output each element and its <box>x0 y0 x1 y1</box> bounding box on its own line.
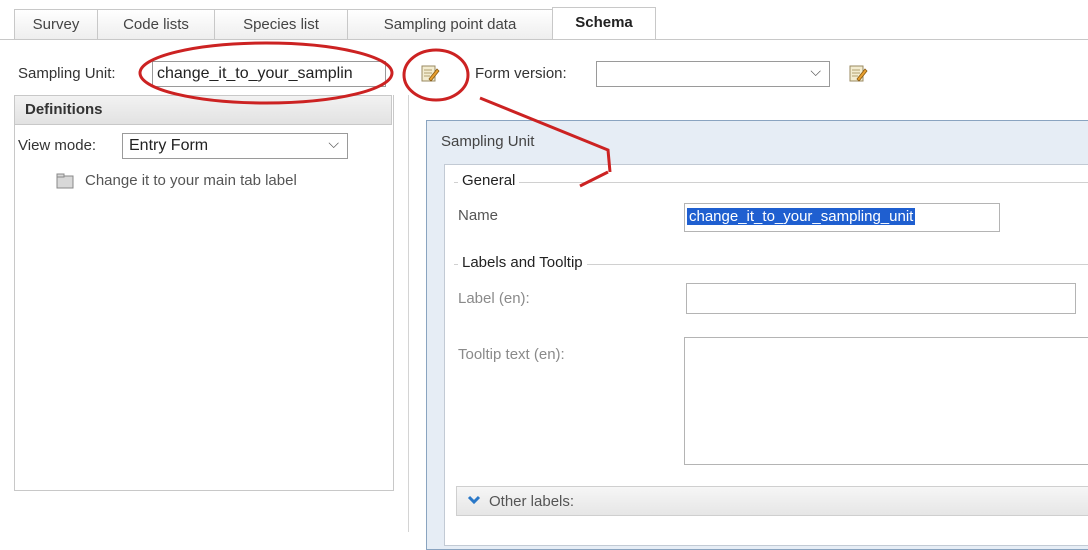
annotation-overlay <box>138 41 612 188</box>
annotation-arrow-line <box>479 96 612 173</box>
annotation-arrow-head <box>579 170 609 188</box>
annotation-circle-sampling-unit <box>138 41 394 105</box>
annotation-circle-edit-icon <box>402 48 470 102</box>
